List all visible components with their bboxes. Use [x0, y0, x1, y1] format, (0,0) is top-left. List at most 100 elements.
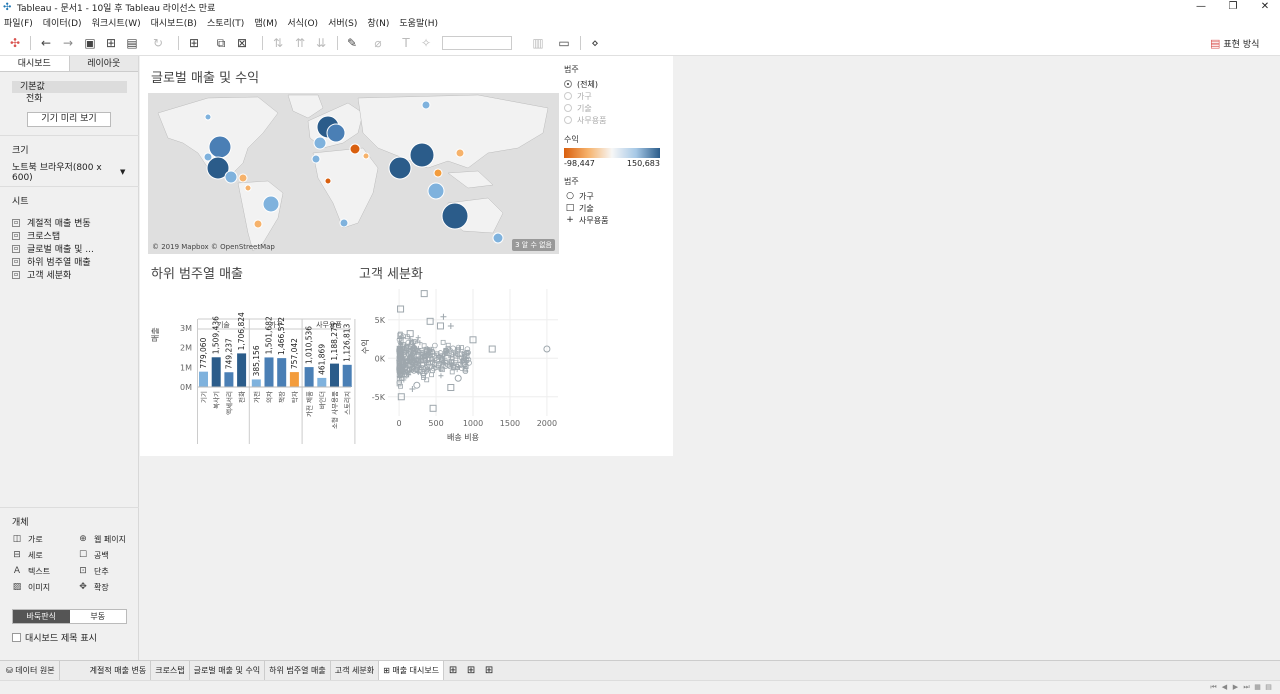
new-worksheet-tab-icon[interactable]: ⊞ [444, 661, 462, 681]
shape-legend-item[interactable]: □ 기술 [564, 202, 674, 214]
new-story-tab-icon[interactable]: ⊞ [480, 661, 498, 681]
sheet-item[interactable]: ▫ 크로스탭 [0, 229, 139, 242]
share-icon[interactable]: ⋄ [587, 35, 603, 51]
radio-icon [564, 116, 572, 124]
menu-data[interactable]: 데이터(D) [43, 16, 82, 29]
tab-data-source[interactable]: ⛁ 데이터 원본 [0, 660, 60, 681]
next-sheet-icon[interactable]: ▶ [1230, 683, 1241, 692]
object-extension[interactable]: ✥ 확장 [78, 581, 144, 593]
prev-sheet-icon[interactable]: ◀ [1219, 683, 1230, 692]
pin-icon[interactable]: ✧ [418, 35, 434, 51]
sheet-sorter-icon[interactable]: ▦ [1252, 683, 1263, 692]
object-blank[interactable]: ☐ 공백 [78, 549, 144, 561]
menu-dashboard[interactable]: 대시보드(B) [151, 16, 197, 29]
tab-seasonal-sales[interactable]: 계절적 매출 변동 [86, 660, 152, 681]
toolbar-separator [262, 36, 263, 50]
tab-customer-segment[interactable]: 고객 세분화 [331, 660, 380, 681]
menu-file[interactable]: 파일(F) [4, 16, 33, 29]
labels-icon[interactable]: T [398, 35, 414, 51]
size-select[interactable]: 노트북 브라우저(800 x 600) ▼ [0, 160, 139, 183]
category-label: 가전 제품 [305, 391, 314, 417]
tab-subcategory-sales[interactable]: 하위 범주열 매출 [265, 660, 331, 681]
object-image[interactable]: ▨ 이미지 [12, 581, 78, 593]
undo-icon[interactable]: ← [38, 35, 54, 51]
object-vertical[interactable]: ⊟ 세로 [12, 549, 78, 561]
category-option-office[interactable]: 사무용품 [564, 114, 674, 126]
tiled-option[interactable]: 바둑판식 [13, 610, 70, 623]
menu-story[interactable]: 스토리(T) [207, 16, 244, 29]
group-icon[interactable]: ⌀ [370, 35, 386, 51]
tab-dashboard[interactable]: 대시보드 [0, 56, 69, 71]
category-option-all[interactable]: (전체) [564, 78, 674, 90]
tab-crosstab[interactable]: 크로스탭 [151, 660, 190, 681]
category-legend-title: 범주 [564, 65, 579, 74]
tab-sales-dashboard[interactable]: ⊞ 매출 대시보드 [379, 660, 445, 681]
menu-map[interactable]: 맵(M) [254, 16, 277, 29]
sheet-item[interactable]: ▫ 글로벌 매출 및 ... [0, 242, 139, 255]
tableau-home-icon[interactable]: ✣ [7, 35, 23, 51]
scatter-point [438, 373, 444, 379]
object-horizontal[interactable]: ◫ 가로 [12, 533, 78, 545]
floating-option[interactable]: 부동 [69, 610, 126, 623]
minimize-button[interactable]: — [1186, 0, 1216, 15]
unknown-locations-badge[interactable]: 3 알 수 없음 [512, 239, 555, 251]
fit-select[interactable] [442, 36, 512, 50]
bar-chart[interactable]: 매출 3M2M1M0M기술 가구 사무용품779,060기기1,509,436복사기7… [148, 284, 358, 454]
category-option-furniture[interactable]: 가구 [564, 90, 674, 102]
first-sheet-icon[interactable]: ⏮ [1208, 683, 1219, 692]
clear-sheet-icon[interactable]: ⊠ [234, 35, 250, 51]
sheet-item[interactable]: ▫ 하위 범주열 매출 [0, 255, 139, 268]
new-data-source-icon[interactable]: ⊞ [103, 35, 119, 51]
film-strip-icon[interactable]: ▤ [1263, 683, 1274, 692]
save-icon[interactable]: ▣ [82, 35, 98, 51]
tab-layout[interactable]: 레이아웃 [68, 56, 138, 71]
menu-help[interactable]: 도움말(H) [399, 16, 438, 29]
swap-icon[interactable]: ⇅ [270, 35, 286, 51]
menu-worksheet[interactable]: 워크시트(W) [92, 16, 141, 29]
y-tick-label: 3M [180, 324, 192, 333]
refresh-icon[interactable]: ↻ [150, 35, 166, 51]
pause-updates-icon[interactable]: ▤ [124, 35, 140, 51]
menu-format[interactable]: 서식(O) [287, 16, 318, 29]
text-icon: A [13, 566, 21, 576]
object-text[interactable]: A 텍스트 [12, 565, 78, 577]
presentation-icon[interactable]: ▭ [556, 35, 572, 51]
map-bubble [324, 177, 332, 185]
data-label: 1,509,436 [212, 316, 221, 354]
show-me-button[interactable]: ▤ 표현 방식 [1210, 36, 1259, 50]
africa-land [312, 147, 379, 229]
duplicate-icon[interactable]: ⧉ [213, 35, 229, 51]
sheet-item[interactable]: ▫ 고객 세분화 [0, 268, 139, 281]
bar [277, 358, 287, 387]
show-title-checkbox[interactable]: 대시보드 제목 표시 [0, 631, 139, 644]
shape-legend-item[interactable]: + 사무용품 [564, 214, 674, 226]
device-phone[interactable]: 전화 [0, 93, 139, 105]
scatter-point [429, 372, 434, 378]
menu-window[interactable]: 창(N) [367, 16, 389, 29]
device-preview-button[interactable]: 기기 미리 보기 [27, 112, 111, 127]
scatter-chart[interactable]: 0 500 1000 1500 2000 5K 0K -5K 배송 비용 수익 [358, 284, 563, 454]
menu-server[interactable]: 서버(S) [328, 16, 357, 29]
highlight-icon[interactable]: ✎ [344, 35, 360, 51]
object-button[interactable]: ⊡ 단추 [78, 565, 144, 577]
tab-global-sales[interactable]: 글로벌 매출 및 수익 [190, 660, 266, 681]
redo-icon[interactable]: → [60, 35, 76, 51]
category-option-technology[interactable]: 기술 [564, 102, 674, 114]
sort-asc-icon[interactable]: ⇈ [292, 35, 308, 51]
restore-button[interactable]: ❐ [1218, 0, 1248, 15]
toolbar-separator [580, 36, 581, 50]
last-sheet-icon[interactable]: ⏭ [1241, 683, 1252, 692]
sheet-item[interactable]: ▫ 계절적 매출 변동 [0, 216, 139, 229]
object-label: 텍스트 [28, 566, 51, 576]
new-dashboard-tab-icon[interactable]: ⊞ [462, 661, 480, 681]
sort-desc-icon[interactable]: ⇊ [313, 35, 329, 51]
shape-legend-item[interactable]: ○ 가구 [564, 190, 674, 202]
close-button[interactable]: ✕ [1250, 0, 1280, 15]
device-default[interactable]: 기본값 [12, 81, 127, 93]
new-worksheet-icon[interactable]: ⊞ [186, 35, 202, 51]
circle-shape-icon: ○ [566, 191, 574, 201]
show-cards-icon[interactable]: ▥ [530, 35, 546, 51]
object-webpage[interactable]: ⊕ 웹 페이지 [78, 533, 144, 545]
object-label: 공백 [94, 550, 109, 560]
world-map[interactable]: © 2019 Mapbox © OpenStreetMap 3 알 수 없음 [148, 93, 559, 254]
